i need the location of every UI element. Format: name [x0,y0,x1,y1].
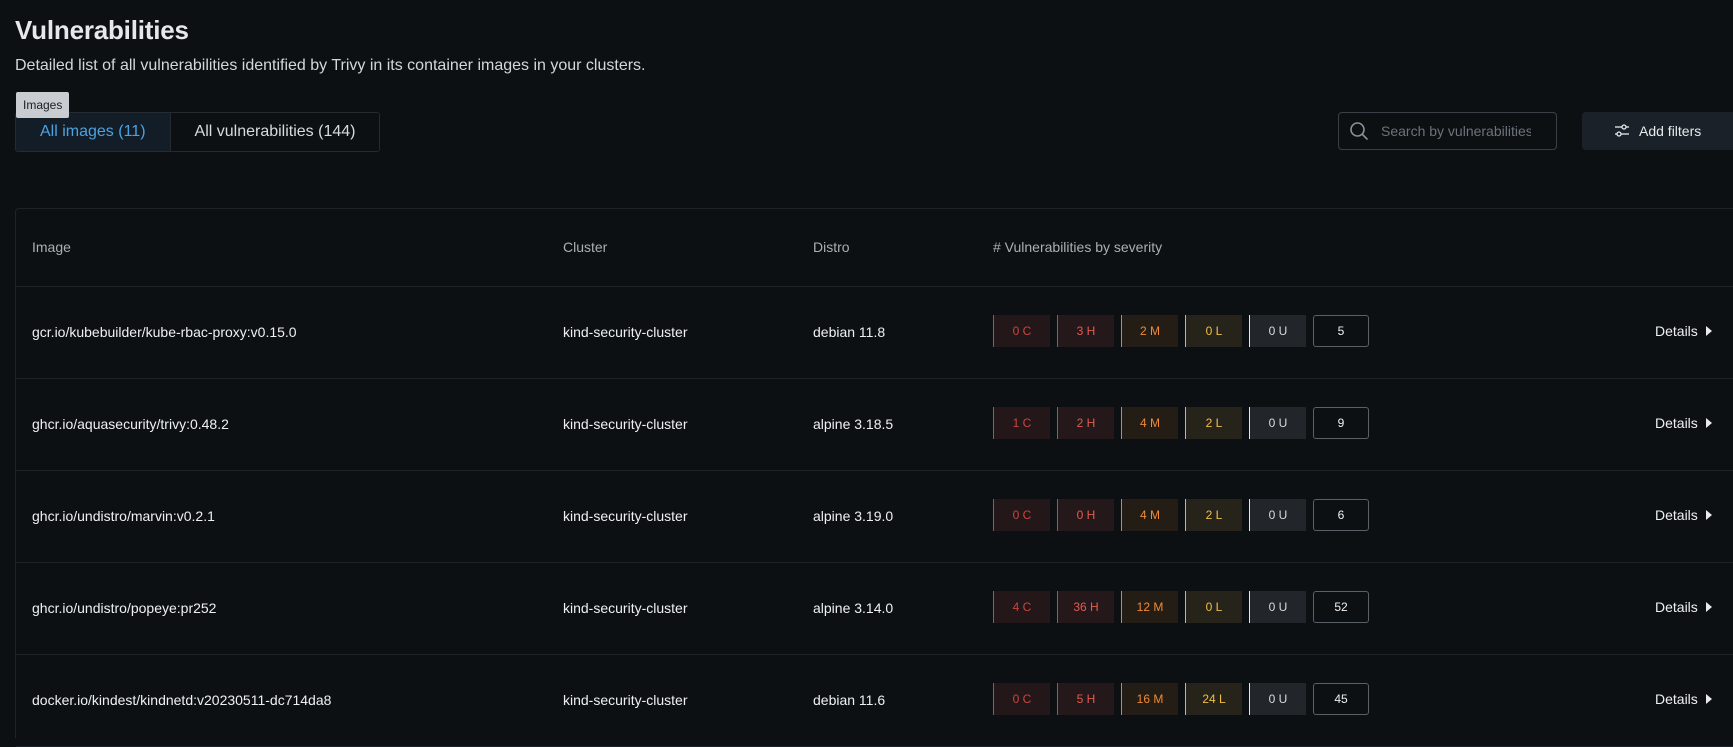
image-name: ghcr.io/undistro/popeye:pr252 [32,600,217,616]
caret-right-icon [1705,694,1712,704]
details-label: Details [1655,507,1698,523]
column-header-image[interactable]: Image [32,239,71,255]
medium-count-badge: 2 M [1121,315,1178,347]
image-name: docker.io/kindest/kindnetd:v20230511-dc7… [32,692,332,708]
column-header-severity: # Vulnerabilities by severity [993,239,1163,255]
unknown-count-badge: 0 U [1249,407,1306,439]
details-button[interactable]: Details [1655,599,1712,615]
cluster-name: kind-security-cluster [563,692,688,708]
tab-tooltip: Images [16,92,70,118]
details-button[interactable]: Details [1655,415,1712,431]
medium-count-badge: 4 M [1121,407,1178,439]
critical-count-badge: 0 C [993,499,1050,531]
high-count-badge: 2 H [1057,407,1114,439]
column-header-cluster[interactable]: Cluster [563,239,607,255]
low-count-badge: 0 L [1185,591,1242,623]
cluster-name: kind-security-cluster [563,324,688,340]
search-input[interactable] [1379,122,1533,140]
low-count-badge: 2 L [1185,499,1242,531]
add-filters-button[interactable]: Add filters [1582,112,1733,150]
table-row[interactable]: ghcr.io/undistro/popeye:pr252 kind-secur… [16,563,1733,655]
column-header-distro[interactable]: Distro [813,239,850,255]
low-count-badge: 2 L [1185,407,1242,439]
image-name: ghcr.io/aquasecurity/trivy:0.48.2 [32,416,229,432]
high-count-badge: 3 H [1057,315,1114,347]
view-tabs: All images (11) All vulnerabilities (144… [15,112,381,152]
high-count-badge: 0 H [1057,499,1114,531]
total-count-badge: 5 [1313,315,1369,347]
severity-summary: 4 C 36 H 12 M 0 L 0 U 52 [993,591,1369,623]
low-count-badge: 0 L [1185,315,1242,347]
medium-count-badge: 4 M [1121,499,1178,531]
details-button[interactable]: Details [1655,691,1712,707]
cluster-name: kind-security-cluster [563,508,688,524]
total-count-badge: 52 [1313,591,1369,623]
total-count-badge: 9 [1313,407,1369,439]
critical-count-badge: 0 C [993,683,1050,715]
sliders-icon [1615,124,1629,137]
table-row[interactable]: docker.io/kindest/kindnetd:v20230511-dc7… [16,655,1733,747]
distro-name: debian 11.8 [813,324,886,340]
page-title: Vulnerabilities [15,15,189,45]
image-name: ghcr.io/undistro/marvin:v0.2.1 [32,508,215,524]
table-header: Image Cluster Distro # Vulnerabilities b… [16,209,1733,287]
caret-right-icon [1705,510,1712,520]
page-subtitle: Detailed list of all vulnerabilities ide… [15,57,646,74]
search-icon [1350,122,1368,140]
details-button[interactable]: Details [1655,323,1712,339]
distro-name: alpine 3.18.5 [813,416,894,432]
severity-summary: 1 C 2 H 4 M 2 L 0 U 9 [993,407,1369,439]
distro-name: alpine 3.19.0 [813,508,894,524]
unknown-count-badge: 0 U [1249,591,1306,623]
table-row[interactable]: gcr.io/kubebuilder/kube-rbac-proxy:v0.15… [16,287,1733,379]
details-label: Details [1655,323,1698,339]
unknown-count-badge: 0 U [1249,683,1306,715]
details-button[interactable]: Details [1655,507,1712,523]
high-count-badge: 36 H [1057,591,1114,623]
medium-count-badge: 12 M [1121,591,1178,623]
details-label: Details [1655,599,1698,615]
medium-count-badge: 16 M [1121,683,1178,715]
critical-count-badge: 1 C [993,407,1050,439]
tab-all-vulnerabilities[interactable]: All vulnerabilities (144) [169,113,380,151]
severity-summary: 0 C 0 H 4 M 2 L 0 U 6 [993,499,1369,531]
severity-summary: 0 C 5 H 16 M 24 L 0 U 45 [993,683,1369,715]
add-filters-label: Add filters [1639,123,1702,139]
details-label: Details [1655,415,1698,431]
image-name: gcr.io/kubebuilder/kube-rbac-proxy:v0.15… [32,324,297,340]
unknown-count-badge: 0 U [1249,499,1306,531]
search-box[interactable] [1338,112,1557,150]
table-row[interactable]: ghcr.io/undistro/marvin:v0.2.1 kind-secu… [16,471,1733,563]
vulnerabilities-table: Image Cluster Distro # Vulnerabilities b… [15,208,1733,747]
table-row[interactable]: ghcr.io/aquasecurity/trivy:0.48.2 kind-s… [16,379,1733,471]
cluster-name: kind-security-cluster [563,600,688,616]
cluster-name: kind-security-cluster [563,416,688,432]
high-count-badge: 5 H [1057,683,1114,715]
unknown-count-badge: 0 U [1249,315,1306,347]
critical-count-badge: 0 C [993,315,1050,347]
critical-count-badge: 4 C [993,591,1050,623]
caret-right-icon [1705,418,1712,428]
severity-summary: 0 C 3 H 2 M 0 L 0 U 5 [993,315,1369,347]
distro-name: alpine 3.14.0 [813,600,894,616]
total-count-badge: 6 [1313,499,1369,531]
distro-name: debian 11.6 [813,692,886,708]
tab-all-images[interactable]: All images (11) [16,113,170,151]
details-label: Details [1655,691,1698,707]
low-count-badge: 24 L [1185,683,1242,715]
caret-right-icon [1705,602,1712,612]
caret-right-icon [1705,326,1712,336]
total-count-badge: 45 [1313,683,1369,715]
